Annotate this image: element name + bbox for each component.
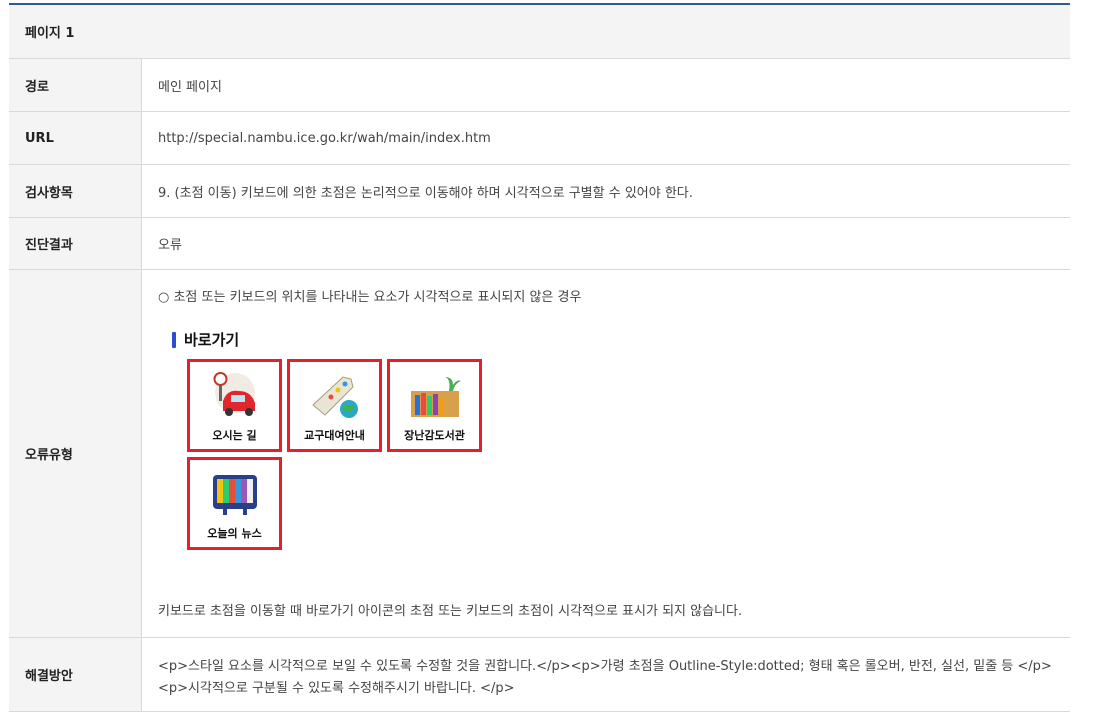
solution-label: 해결방안 xyxy=(9,638,141,711)
error-type-description: ○ 초점 또는 키보드의 위치를 나타내는 요소가 시각적으로 표시되지 않은 … xyxy=(158,290,582,305)
row-url: URL http://special.nambu.ice.go.kr/wah/m… xyxy=(9,112,1070,165)
tile-label: 장난감도서관 xyxy=(404,429,465,442)
heading-bar-icon xyxy=(172,331,176,348)
error-type-cell: ○ 초점 또는 키보드의 위치를 나타내는 요소가 시각적으로 표시되지 않은 … xyxy=(141,270,1070,637)
screenshot-heading: 바로가기 xyxy=(172,329,502,350)
row-solution: 해결방안 <p>스타일 요소를 시각적으로 보일 수 있도록 수정할 것을 권합… xyxy=(9,638,1070,712)
result-value: 오류 xyxy=(141,218,1070,269)
tv-icon xyxy=(212,475,257,515)
error-type-detail: 키보드로 초점을 이동할 때 바로가기 아이콘의 초점 또는 키보드의 초점이 … xyxy=(158,604,743,619)
car-sign-icon xyxy=(213,372,255,416)
shortcut-directions[interactable]: 오시는 길 xyxy=(187,359,282,452)
screenshot-heading-text: 바로가기 xyxy=(184,331,240,349)
example-screenshot: 바로가기 오시는 길 교구대여안내 장난감도서관 오늘의 뉴스 xyxy=(172,329,502,550)
tile-label: 교구대여안내 xyxy=(304,429,365,442)
url-label: URL xyxy=(9,112,141,164)
row-result: 진단결과 오류 xyxy=(9,218,1070,270)
solution-value: <p>스타일 요소를 시각적으로 보일 수 있도록 수정할 것을 권합니다.</… xyxy=(141,638,1070,711)
path-label: 경로 xyxy=(9,59,141,111)
shortcut-news[interactable]: 오늘의 뉴스 xyxy=(187,457,282,550)
shortcut-toy-library[interactable]: 장난감도서관 xyxy=(387,359,482,452)
tile-label: 오시는 길 xyxy=(212,429,257,442)
page-title: 페이지 1 xyxy=(9,5,1070,59)
tile-label: 오늘의 뉴스 xyxy=(207,527,262,540)
result-label: 진단결과 xyxy=(9,218,141,269)
error-type-label: 오류유형 xyxy=(9,270,141,637)
row-path: 경로 메인 페이지 xyxy=(9,59,1070,112)
rocket-globe-icon xyxy=(311,376,358,418)
url-value: http://special.nambu.ice.go.kr/wah/main/… xyxy=(141,112,1070,164)
row-check-item: 검사항목 9. (초점 이동) 키보드에 의한 초점은 논리적으로 이동해야 하… xyxy=(9,165,1070,218)
check-item-label: 검사항목 xyxy=(9,165,141,217)
audit-report-table: 페이지 1 경로 메인 페이지 URL http://special.nambu… xyxy=(9,3,1070,712)
bookshelf-icon xyxy=(410,377,461,417)
check-item-value: 9. (초점 이동) 키보드에 의한 초점은 논리적으로 이동해야 하며 시각적… xyxy=(141,165,1070,217)
path-value: 메인 페이지 xyxy=(141,59,1070,111)
shortcut-rental[interactable]: 교구대여안내 xyxy=(287,359,382,452)
row-error-type: 오류유형 ○ 초점 또는 키보드의 위치를 나타내는 요소가 시각적으로 표시되… xyxy=(9,270,1070,638)
